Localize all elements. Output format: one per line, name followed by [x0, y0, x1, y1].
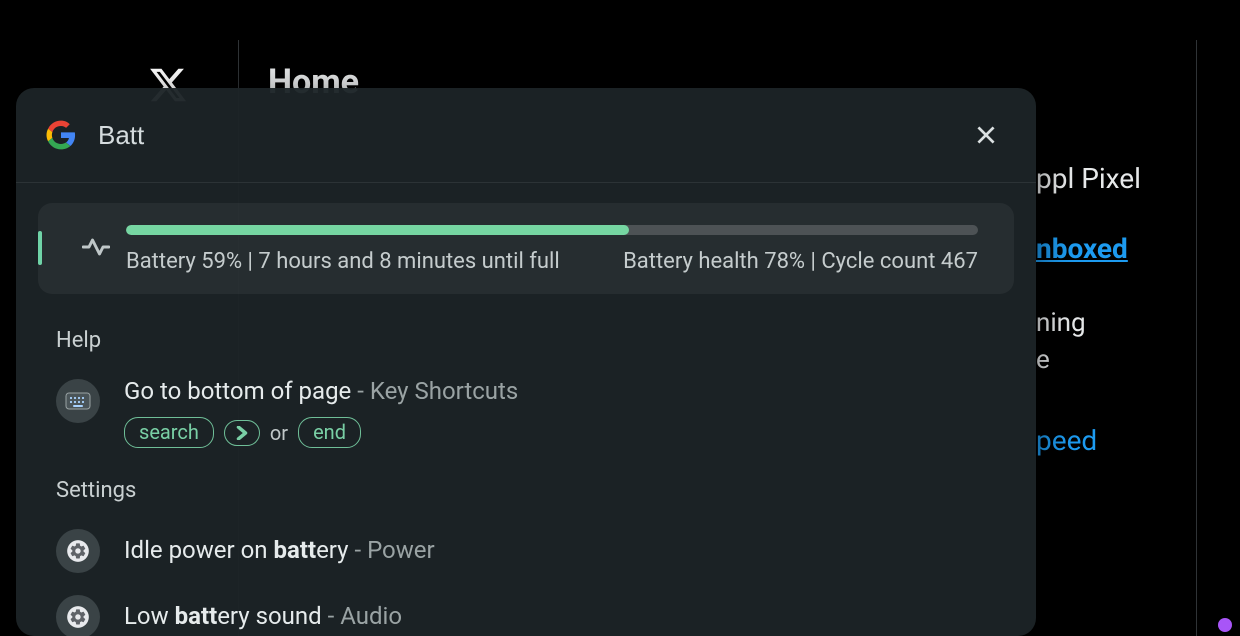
sidebar-text-line: e — [1036, 342, 1236, 378]
google-icon — [46, 120, 76, 150]
result-text: ery — [316, 536, 348, 564]
result-title: Idle power on battery - Power — [124, 536, 1014, 564]
result-highlight: batt — [175, 602, 218, 630]
battery-charge-text: Battery 59% | 7 hours and 8 minutes unti… — [126, 249, 560, 274]
battery-status-card[interactable]: Battery 59% | 7 hours and 8 minutes unti… — [38, 203, 1014, 294]
section-label-settings: Settings — [38, 478, 1014, 503]
gear-icon — [56, 595, 100, 636]
result-text: ery sound — [217, 602, 321, 630]
sidebar-text-fragment: ning e — [1036, 305, 1236, 378]
close-button[interactable] — [966, 115, 1006, 155]
result-settings-idle-power[interactable]: Idle power on battery - Power — [38, 521, 1014, 587]
result-text: Idle power on — [124, 536, 273, 564]
key-pill-search: search — [124, 417, 214, 448]
sidebar-hashtag-fragment: peed — [1036, 424, 1236, 458]
command-palette: Battery 59% | 7 hours and 8 minutes unti… — [16, 88, 1036, 636]
chevron-right-icon — [235, 426, 249, 440]
key-shortcut-row: search or end — [124, 417, 1014, 448]
activity-icon — [82, 233, 110, 261]
gear-icon — [56, 529, 100, 573]
close-icon — [973, 122, 999, 148]
result-title-sep: - — [351, 377, 370, 405]
right-sidebar-fragment: ppl Pixel nboxed ning e peed — [1036, 162, 1236, 458]
battery-progress-track — [126, 225, 978, 235]
palette-header — [16, 88, 1036, 182]
result-title-sep: - — [322, 602, 341, 630]
result-text: Low — [124, 602, 175, 630]
battery-health-text: Battery health 78% | Cycle count 467 — [623, 249, 978, 274]
key-pill-end: end — [298, 417, 361, 448]
key-or-text: or — [270, 421, 288, 445]
result-title: Go to bottom of page - Key Shortcuts — [124, 377, 1014, 405]
sidebar-text-line: ning — [1036, 305, 1236, 341]
result-highlight: batt — [273, 536, 316, 564]
result-title-category: Power — [367, 536, 435, 564]
selection-accent — [38, 231, 42, 265]
result-title-main: Go to bottom of page — [124, 377, 351, 405]
result-settings-low-battery-sound[interactable]: Low battery sound - Audio — [38, 587, 1014, 636]
result-help-shortcut[interactable]: Go to bottom of page - Key Shortcuts sea… — [38, 371, 1014, 478]
sidebar-text-fragment: ppl Pixel — [1036, 162, 1236, 196]
sidebar-link-fragment[interactable]: nboxed — [1036, 232, 1236, 266]
notification-dot — [1218, 618, 1232, 632]
keyboard-icon — [56, 379, 100, 423]
search-input[interactable] — [98, 120, 966, 151]
result-title-category: Key Shortcuts — [370, 377, 518, 405]
section-label-help: Help — [38, 328, 1014, 353]
key-pill-chevron — [224, 420, 260, 446]
result-title-category: Audio — [340, 602, 402, 630]
result-title-sep: - — [349, 536, 368, 564]
battery-progress-fill — [126, 225, 629, 235]
result-title: Low battery sound - Audio — [124, 602, 1014, 630]
